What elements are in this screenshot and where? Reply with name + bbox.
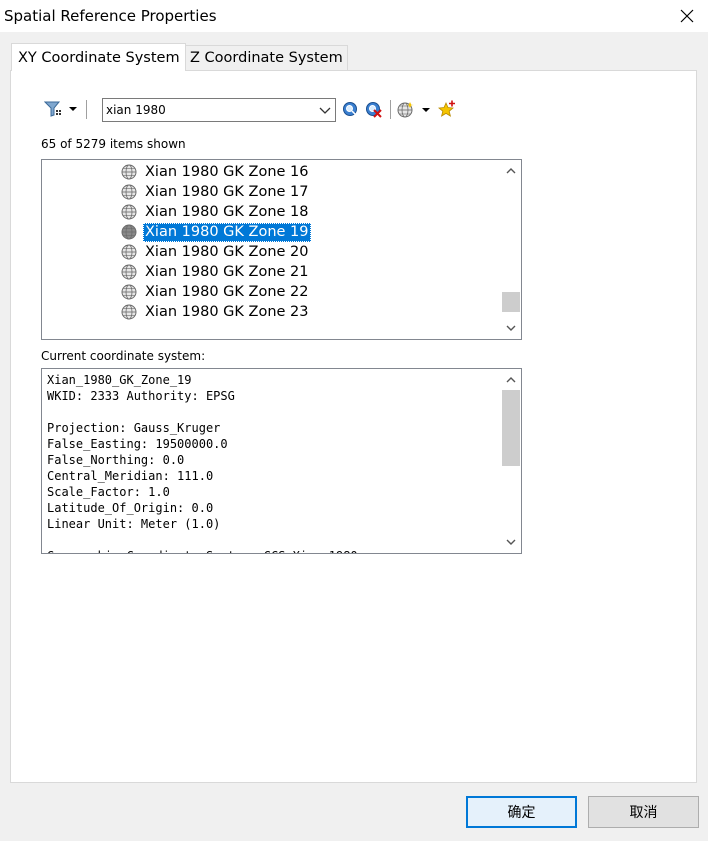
coordinate-system-tree[interactable]: Xian 1980 GK Zone 16 Xian 1980 GK Zone 17… <box>41 159 522 340</box>
toolbar-separator <box>390 100 391 119</box>
coordinate-system-line: Scale_Factor: 1.0 <box>47 485 170 499</box>
list-item-label: Xian 1980 GK Zone 21 <box>145 263 309 280</box>
scroll-down-button[interactable] <box>501 532 521 552</box>
coordinate-system-line: Latitude_Of_Origin: 0.0 <box>47 501 214 515</box>
dropdown-arrow-icon[interactable] <box>420 101 432 119</box>
search-icon[interactable] <box>342 101 360 119</box>
list-item-label: Xian 1980 GK Zone 18 <box>145 203 309 220</box>
globe-icon <box>121 164 137 180</box>
list-item-label: Xian 1980 GK Zone 20 <box>145 243 309 260</box>
scroll-thumb[interactable] <box>502 292 520 313</box>
chevron-down-icon <box>506 325 516 331</box>
list-item-label: Xian 1980 GK Zone 22 <box>145 283 309 300</box>
window-title: Spatial Reference Properties <box>4 7 217 25</box>
close-icon <box>680 9 694 23</box>
list-item-label: Xian 1980 GK Zone 19 <box>143 222 311 242</box>
coordinate-system-line <box>47 404 497 420</box>
list-item[interactable]: Xian 1980 GK Zone 18 <box>121 202 311 222</box>
tab-xy-coordinate-system[interactable]: XY Coordinate System <box>11 43 186 71</box>
globe-icon <box>121 284 137 300</box>
close-button[interactable] <box>672 2 702 30</box>
dropdown-arrow-icon <box>69 107 77 111</box>
list-item[interactable]: Xian 1980 GK Zone 22 <box>121 282 311 302</box>
globe-add-icon[interactable] <box>397 101 415 119</box>
tree-scrollbar[interactable] <box>501 160 521 339</box>
globe-icon <box>121 244 137 260</box>
details-scrollbar[interactable] <box>501 369 521 553</box>
coordinate-system-line <box>47 532 497 548</box>
list-item-label: Xian 1980 GK Zone 23 <box>145 303 309 320</box>
scroll-thumb[interactable] <box>502 390 520 466</box>
chevron-up-icon <box>506 168 516 174</box>
list-item-label: Xian 1980 GK Zone 17 <box>145 183 309 200</box>
list-item[interactable]: Xian 1980 GK Zone 19 <box>121 222 311 242</box>
scroll-up-button[interactable] <box>501 370 521 390</box>
globe-icon <box>121 264 137 280</box>
globe-icon <box>121 184 137 200</box>
coordinate-system-text: Xian_1980_GK_Zone_19 WKID: 2333 Authority… <box>47 372 497 553</box>
clear-search-icon[interactable] <box>365 101 383 119</box>
coordinate-system-line: Xian_1980_GK_Zone_19 <box>47 373 192 387</box>
coordinate-system-line: WKID: 2333 Authority: EPSG <box>47 389 235 403</box>
globe-icon <box>121 224 137 240</box>
list-item[interactable]: Xian 1980 GK Zone 21 <box>121 262 311 282</box>
list-item[interactable]: Xian 1980 GK Zone 20 <box>121 242 311 262</box>
coordinate-system-line: Linear Unit: Meter (1.0) <box>47 517 221 531</box>
search-combobox[interactable] <box>102 98 336 122</box>
coordinate-system-line: Geographic Coordinate System: GCS_Xian_1… <box>47 548 497 553</box>
toolbar-separator <box>86 100 87 119</box>
filter-button[interactable] <box>44 100 80 118</box>
tab-z-coordinate-system[interactable]: Z Coordinate System <box>186 45 348 70</box>
scroll-down-button[interactable] <box>501 318 521 338</box>
coordinate-system-line: Projection: Gauss_Kruger <box>47 421 221 435</box>
cancel-button[interactable]: 取消 <box>588 796 699 828</box>
filter-icon <box>44 101 61 117</box>
scroll-up-button[interactable] <box>501 161 521 181</box>
list-item-label: Xian 1980 GK Zone 16 <box>145 163 309 180</box>
coordinate-system-line: False_Easting: 19500000.0 <box>47 437 228 451</box>
items-count-label: 65 of 5279 items shown <box>41 137 186 151</box>
globe-icon <box>121 304 137 320</box>
chevron-up-icon <box>506 377 516 383</box>
title-bar: Spatial Reference Properties <box>0 0 708 32</box>
favorite-add-icon[interactable] <box>438 100 456 118</box>
search-input[interactable] <box>106 101 306 119</box>
current-coordinate-system-details[interactable]: Xian_1980_GK_Zone_19 WKID: 2333 Authority… <box>41 368 522 554</box>
list-item[interactable]: Xian 1980 GK Zone 16 <box>121 162 311 182</box>
chevron-down-icon <box>506 539 516 545</box>
coordinate-system-line: Central_Meridian: 111.0 <box>47 469 214 483</box>
ok-button[interactable]: 确定 <box>466 796 577 828</box>
list-item[interactable]: Xian 1980 GK Zone 17 <box>121 182 311 202</box>
list-item[interactable]: Xian 1980 GK Zone 23 <box>121 302 311 322</box>
globe-icon <box>121 204 137 220</box>
chevron-down-icon[interactable] <box>317 102 333 118</box>
current-coordinate-system-label: Current coordinate system: <box>41 349 206 363</box>
coordinate-system-line: False_Northing: 0.0 <box>47 453 185 467</box>
